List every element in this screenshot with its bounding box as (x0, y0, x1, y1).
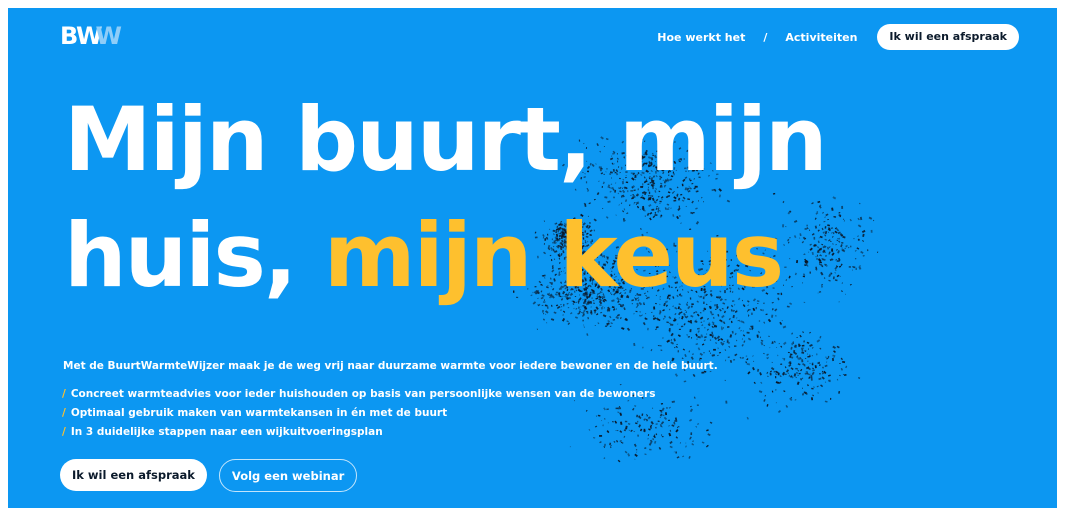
hero-intro-text: Met de BuurtWarmteWijzer maak je de weg … (63, 360, 718, 372)
list-item: / Optimaal gebruik maken van warmtekansen… (62, 404, 655, 423)
headline-line-2: huis, (64, 204, 324, 307)
hero-headline: Mijn buurt, mijn huis, mijn keus (64, 82, 828, 314)
bullet-slash-icon: / (62, 426, 66, 438)
benefits-list: / Concreet warmteadvies voor ieder huisho… (62, 385, 655, 442)
nav-link-activiteiten[interactable]: Activiteiten (785, 31, 857, 44)
list-item: / Concreet warmteadvies voor ieder huisho… (62, 385, 655, 404)
headline-line-1: Mijn buurt, mijn (64, 88, 828, 191)
bullet-slash-icon: / (62, 407, 66, 419)
webinar-button[interactable]: Volg een webinar (218, 459, 358, 492)
top-nav: Hoe werkt het / Activiteiten Ik wil een … (657, 24, 1019, 50)
list-item: / In 3 duidelijke stappen naar een wijkui… (62, 423, 655, 442)
list-item-text: Concreet warmteadvies voor ieder huishou… (70, 388, 656, 400)
bullet-slash-icon: / (62, 388, 66, 400)
appointment-button[interactable]: Ik wil een afspraak (60, 459, 207, 491)
nav-separator: / (763, 30, 768, 44)
nav-link-hoe-werkt-het[interactable]: Hoe werkt het (657, 31, 745, 44)
list-item-text: In 3 duidelijke stappen naar een wijkuit… (70, 426, 383, 438)
bww-logo[interactable]: BWW (60, 22, 122, 50)
hero-section: BWW Hoe werkt het / Activiteiten Ik wil … (8, 8, 1057, 508)
logo-accent-text: W (95, 22, 122, 50)
hero-cta-group: Ik wil een afspraak Volg een webinar (60, 459, 358, 492)
list-item-text: Optimaal gebruik maken van warmtekansen … (70, 407, 448, 419)
headline-highlight: mijn keus (323, 204, 784, 307)
nav-appointment-button[interactable]: Ik wil een afspraak (877, 24, 1019, 50)
